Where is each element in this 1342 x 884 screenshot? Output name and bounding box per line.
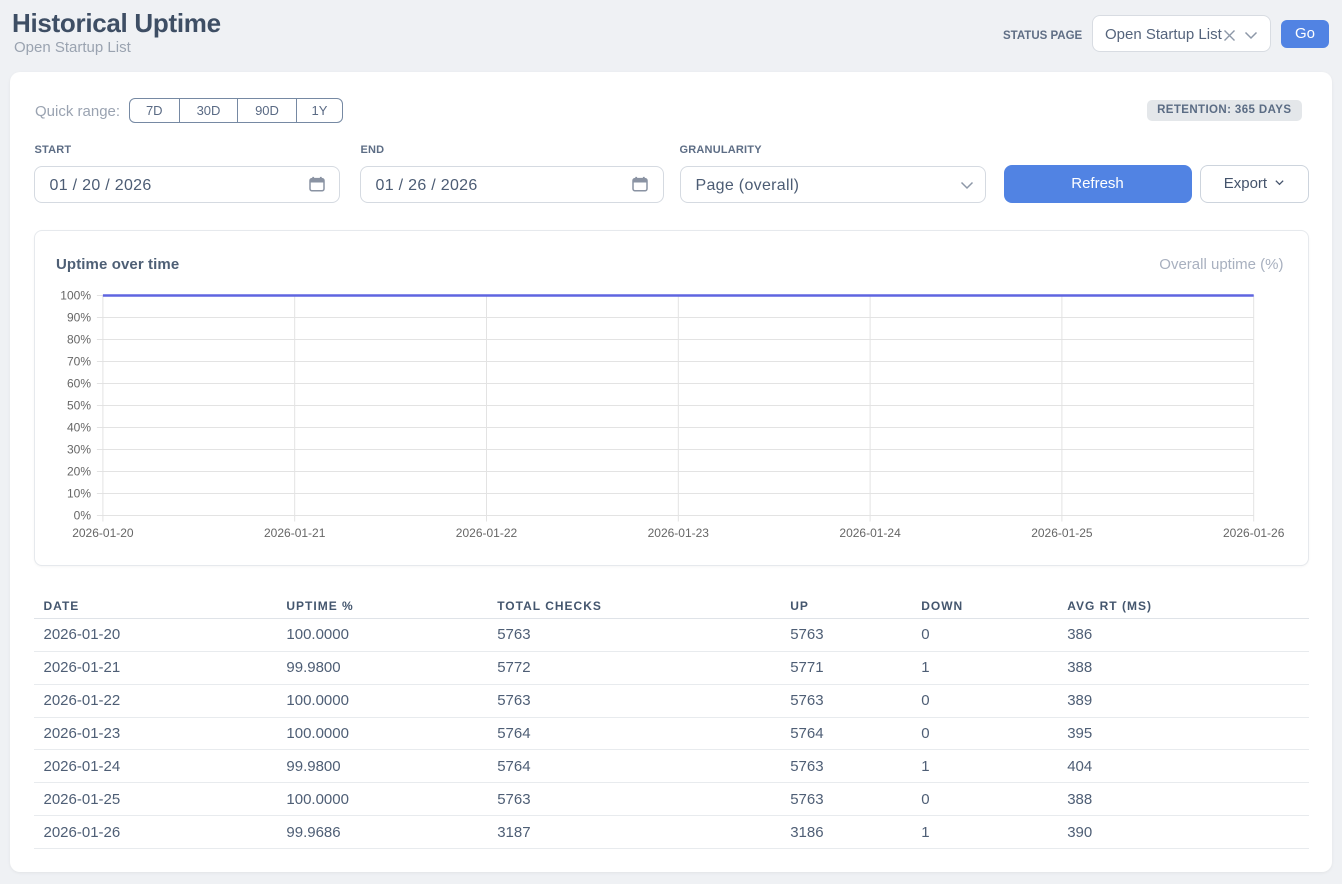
svg-text:60%: 60%: [66, 377, 90, 391]
svg-text:2026-01-25: 2026-01-25: [1031, 526, 1093, 540]
svg-text:30%: 30%: [66, 443, 90, 457]
svg-text:2026-01-26: 2026-01-26: [1223, 526, 1285, 540]
svg-text:2026-01-24: 2026-01-24: [839, 526, 901, 540]
svg-text:50%: 50%: [66, 399, 90, 413]
svg-text:2026-01-22: 2026-01-22: [455, 526, 517, 540]
svg-text:0%: 0%: [73, 509, 91, 523]
svg-text:40%: 40%: [66, 421, 90, 435]
svg-text:100%: 100%: [60, 289, 91, 303]
svg-text:2026-01-21: 2026-01-21: [264, 526, 326, 540]
svg-text:2026-01-20: 2026-01-20: [72, 526, 134, 540]
svg-text:90%: 90%: [66, 311, 90, 325]
svg-text:70%: 70%: [66, 355, 90, 369]
svg-text:80%: 80%: [66, 333, 90, 347]
svg-text:20%: 20%: [66, 465, 90, 479]
svg-text:10%: 10%: [66, 487, 90, 501]
svg-text:2026-01-23: 2026-01-23: [647, 526, 709, 540]
